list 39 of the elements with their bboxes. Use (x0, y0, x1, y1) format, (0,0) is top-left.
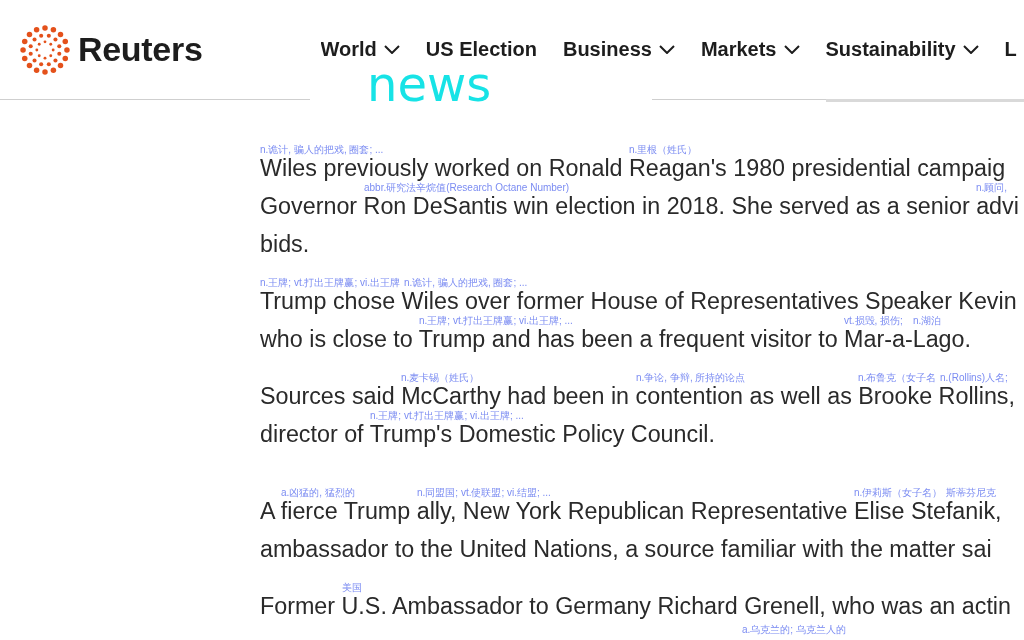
word-gloss: n.(Rollins)人名; (940, 373, 1008, 383)
word-gloss: n.湖泊 (913, 316, 942, 326)
article-text-line: Trump chose Wiles over former House of Representatives Speaker Kevin (260, 288, 1018, 314)
word-gloss: 斯蒂芬尼克 (946, 488, 996, 498)
article-text-line: Wiles previously worked on Ronald Reagan's 1980 presidential campaig (260, 155, 1007, 181)
article-text-line: Sources said McCarthy had been in contention as well as Brooke Rollins, (260, 383, 1016, 409)
word-gloss: a.凶猛的, 猛烈的 (281, 488, 355, 498)
word-gloss: 美国 (342, 583, 362, 593)
nav-link[interactable]: Business (562, 38, 675, 61)
article-text-line: ambassador to the United Nations, a source familiar with the matter sai (260, 536, 993, 562)
word-gloss: a.乌克兰的; 乌克兰人的 (742, 625, 846, 635)
nav-link[interactable]: World (320, 38, 400, 61)
word-gloss: n.同盟国; vt.使联盟; vi.结盟; ... (417, 488, 551, 498)
word-gloss: n.王牌; vt.打出王牌赢; vi.出王牌; ... (370, 411, 524, 421)
article-text-line: Former U.S. Ambassador to Germany Richard Grenell, who was an actin (260, 593, 1012, 619)
article-text-line: A fierce Trump ally, New York Republican Representative Elise Stefanik, (260, 498, 1003, 524)
article-text-line: who is close to Trump and has been a frequent visitor to Mar-a-Lago. (260, 326, 972, 352)
home-logo-link[interactable]: Reuters (20, 24, 203, 75)
word-gloss: vt.损毁, 损伤; (844, 316, 903, 326)
word-gloss: n.布鲁克（女子名 (858, 373, 937, 383)
word-gloss: n.麦卡锡（姓氏） (401, 373, 480, 383)
dotted-circle-icon (20, 24, 70, 75)
nav-link[interactable]: US Election (425, 38, 537, 61)
article-text-line: bids. (260, 231, 311, 257)
word-gloss: n.王牌; vt.打出王牌赢; vi.出王牌 (260, 278, 400, 288)
nav-link[interactable]: Markets (700, 38, 800, 61)
word-gloss: n.伊莉斯（女子名） (854, 488, 943, 498)
word-gloss: abbr.研究法辛烷值(Research Octane Number) (364, 183, 570, 193)
word-gloss: n.里根（姓氏） (629, 145, 698, 155)
word-gloss: n.王牌; vt.打出王牌赢; vi.出王牌; ... (419, 316, 573, 326)
word-gloss: n.诡计, 骗人的把戏, 圈套; ... (404, 278, 528, 288)
article-text-line: Governor Ron DeSantis win election in 2018. She served as a senior advi (260, 193, 1020, 219)
nav-link[interactable]: Sustainability (825, 38, 979, 61)
overlay-word: news (367, 62, 492, 106)
word-gloss: n.诡计, 骗人的把戏, 圈套; ... (260, 145, 384, 155)
article-text-line: director of Trump's Domestic Policy Council. (260, 421, 716, 447)
word-gloss: n.争论, 争辩, 所持的论点 (636, 373, 746, 383)
nav-link[interactable]: L (1004, 38, 1017, 61)
word-gloss: n.顾问, (976, 183, 1008, 193)
